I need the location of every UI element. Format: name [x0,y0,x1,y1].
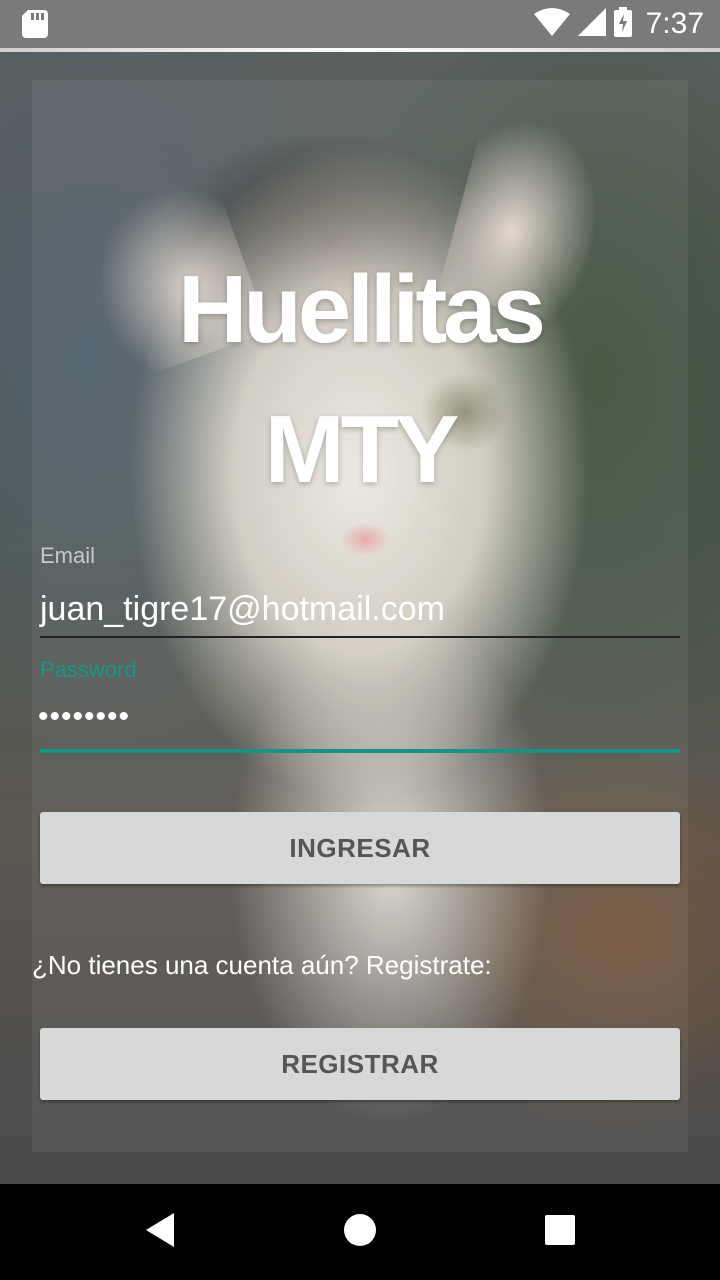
register-button[interactable]: REGISTRAR [40,1028,680,1100]
wifi-icon [533,7,570,41]
home-button[interactable] [300,1184,420,1280]
email-field[interactable]: juan_tigre17@hotmail.com [40,590,445,629]
password-field-underline [40,749,680,753]
recent-apps-icon [545,1214,575,1250]
cellular-signal-icon [577,7,606,41]
sd-card-icon [22,10,48,38]
password-label: Password [40,657,137,682]
navigation-bar [0,1184,720,1280]
home-icon [343,1213,377,1252]
back-button[interactable] [100,1184,220,1280]
battery-charging-icon [613,6,632,42]
status-bar: 7:37 [0,0,720,52]
app-logo-line-1: Huellitas [177,256,546,363]
register-prompt: ¿No tienes una cuenta aún? Registrate: [32,950,492,980]
back-icon [144,1212,176,1252]
email-label: Email [40,543,96,568]
recent-apps-button[interactable] [500,1184,620,1280]
email-field-underline [40,636,680,638]
app-logo-line-2: MTY [264,396,460,503]
clock: 7:37 [645,7,704,40]
login-button[interactable]: INGRESAR [40,812,680,884]
password-field[interactable]: •••••••• [38,700,130,734]
